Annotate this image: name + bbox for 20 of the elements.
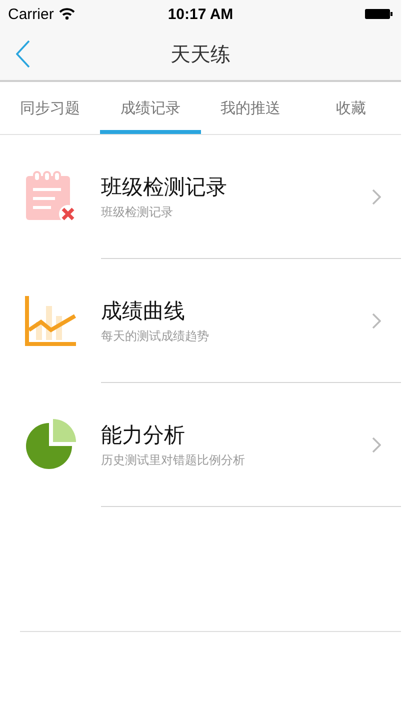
tab[interactable]: 同步习题 xyxy=(0,82,100,134)
item-title[interactable]: 能力分析 xyxy=(101,420,401,448)
item-title[interactable]: 班级检测记录 xyxy=(101,172,401,200)
battery-icon xyxy=(365,8,393,20)
carrier-label: Carrier xyxy=(8,6,54,22)
pie-chart-icon xyxy=(24,418,78,472)
chevron-icon xyxy=(372,313,381,329)
wifi-icon xyxy=(58,8,75,20)
status-time: 10:17 AM xyxy=(168,6,234,22)
tab[interactable]: 我的推送 xyxy=(200,82,301,134)
item-subtitle: 每天的测试成绩趋势 xyxy=(101,328,210,344)
line-chart-icon xyxy=(24,294,78,348)
tab[interactable]: 收藏 xyxy=(300,82,401,134)
item-subtitle: 班级检测记录 xyxy=(101,204,174,220)
nav-title: 天天练 xyxy=(170,40,230,68)
chevron-icon xyxy=(372,437,381,453)
chevron-icon xyxy=(372,189,381,205)
item-title[interactable]: 成绩曲线 xyxy=(101,296,401,324)
tab[interactable]: 成绩记录 xyxy=(100,82,200,134)
item-subtitle: 历史测试里对错题比例分析 xyxy=(101,452,246,468)
